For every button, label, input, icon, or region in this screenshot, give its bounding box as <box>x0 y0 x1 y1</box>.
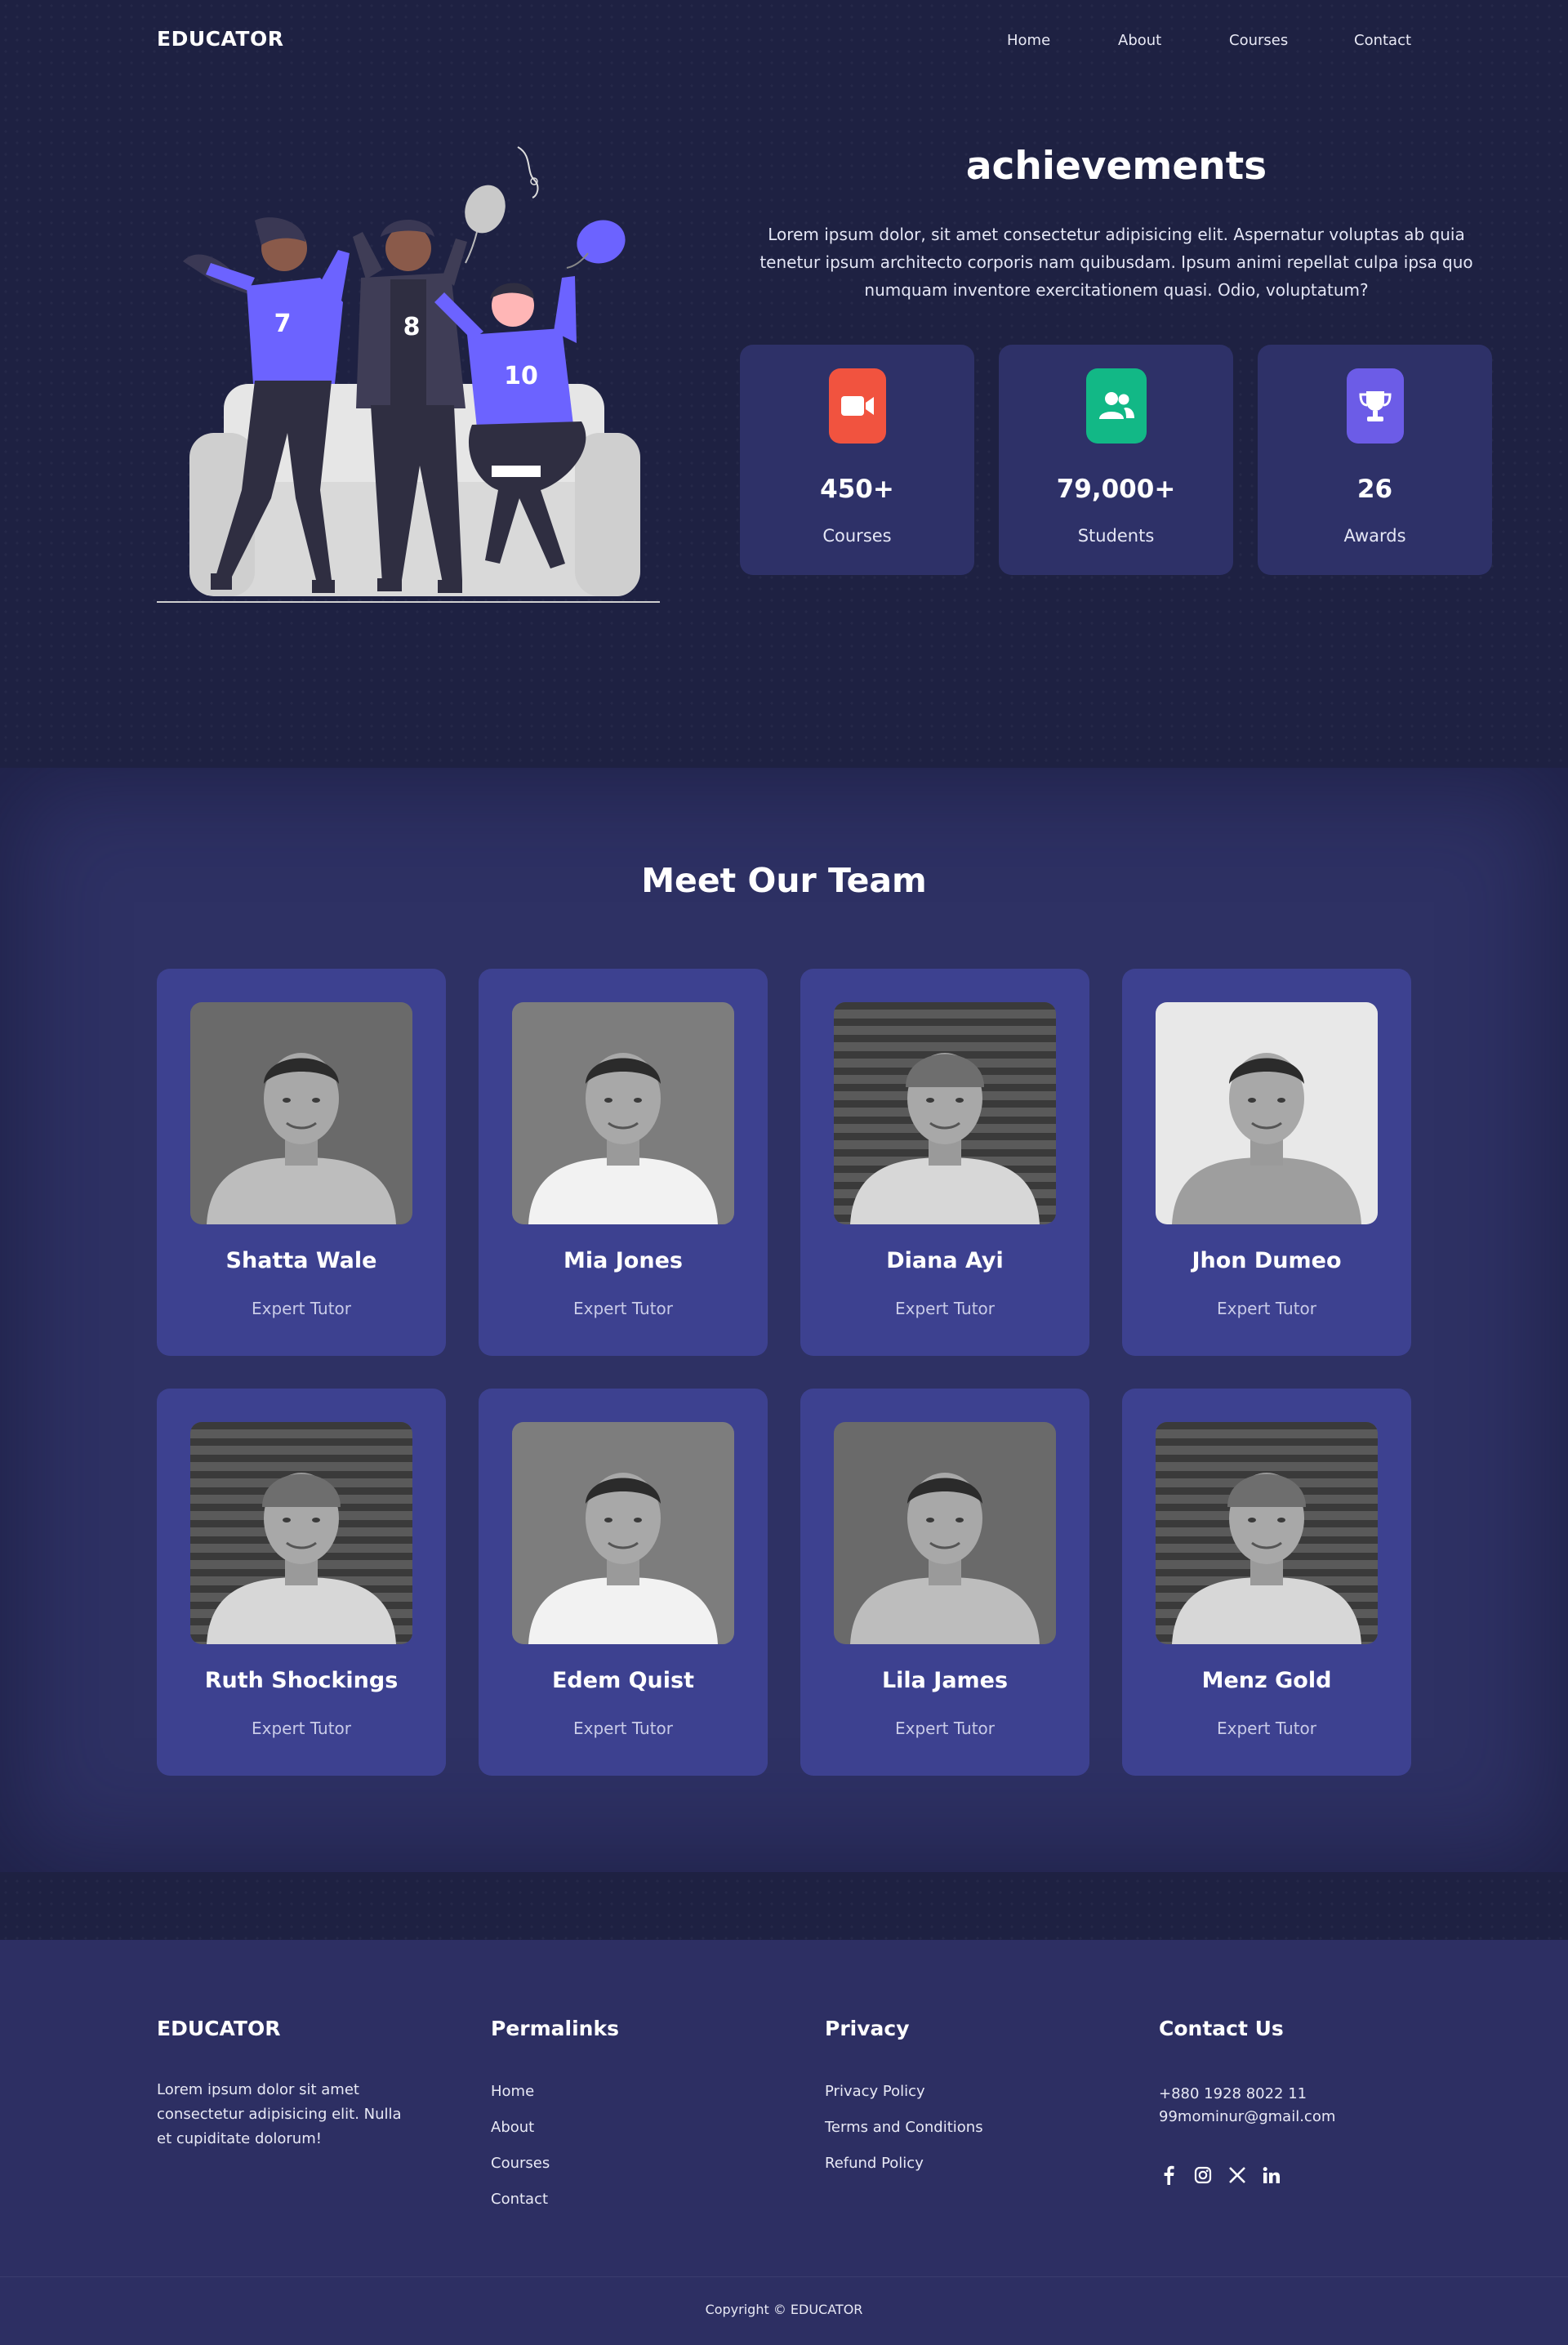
x-icon[interactable] <box>1227 2165 1247 2185</box>
team-member-name: Diana Ayi <box>886 1248 1004 1273</box>
team-member-role: Expert Tutor <box>1216 1719 1317 1738</box>
footer-privacy: Privacy Privacy Policy Terms and Conditi… <box>825 2017 1119 2172</box>
team-member-photo <box>512 1002 734 1224</box>
footer-divider <box>0 2276 1568 2277</box>
stat-card-students: 79,000+ Students <box>999 345 1233 575</box>
team-title: Meet Our Team <box>641 861 927 900</box>
footer-brand: EDUCATOR Lorem ipsum dolor sit amet cons… <box>157 2017 418 2147</box>
team-member-photo <box>834 1002 1056 1224</box>
achievements-description: Lorem ipsum dolor, sit amet consectetur … <box>760 225 1473 300</box>
stat-card-awards: 26 Awards <box>1258 345 1492 575</box>
footer-contact: Contact Us +880 1928 8022 11 99mominur@g… <box>1159 2017 1420 2185</box>
team-member-photo <box>190 1002 412 1224</box>
team-member-role: Expert Tutor <box>251 1299 352 1318</box>
stat-value: 450+ <box>820 475 894 504</box>
nav-courses[interactable]: Courses <box>1229 32 1354 49</box>
team-member-role: Expert Tutor <box>572 1299 674 1318</box>
team-member-photo <box>1156 1422 1378 1644</box>
team-member-name: Shatta Wale <box>225 1248 377 1273</box>
site-footer: EDUCATOR Lorem ipsum dolor sit amet cons… <box>0 1940 1568 2345</box>
team-member-name: Ruth Shockings <box>204 1668 399 1693</box>
team-card[interactable]: Ruth Shockings Expert Tutor <box>157 1389 446 1776</box>
stat-value: 26 <box>1356 475 1393 504</box>
team-member-name: Edem Quist <box>551 1668 695 1693</box>
stat-label: Courses <box>822 526 892 546</box>
celebration-illustration: 7 8 10 <box>157 139 660 606</box>
team-member-name: Menz Gold <box>1201 1668 1332 1693</box>
stat-card-courses: 450+ Courses <box>740 345 974 575</box>
team-card[interactable]: Edem Quist Expert Tutor <box>479 1389 768 1776</box>
team-member-name: Lila James <box>881 1668 1009 1693</box>
footer-logo[interactable]: EDUCATOR <box>157 2017 418 2040</box>
stat-label: Students <box>1077 526 1155 546</box>
footer-permalinks: Permalinks Home About Courses Contact <box>491 2017 752 2208</box>
team-section: Meet Our Team Shatta Wale Expert Tutor M… <box>0 768 1568 1872</box>
team-card[interactable]: Mia Jones Expert Tutor <box>479 969 768 1356</box>
footer-link-home[interactable]: Home <box>491 2082 550 2101</box>
users-icon <box>1085 368 1147 444</box>
nav-home[interactable]: Home <box>1007 32 1118 49</box>
team-member-photo <box>834 1422 1056 1644</box>
team-member-role: Expert Tutor <box>1216 1299 1317 1318</box>
copyright: Copyright © EDUCATOR <box>705 2302 863 2317</box>
linkedin-icon[interactable] <box>1262 2165 1281 2185</box>
footer-link-contact[interactable]: Contact <box>491 2190 550 2209</box>
stat-value: 79,000+ <box>1056 475 1176 504</box>
stats-row: 450+ Courses 79,000+ Students 26 Awards <box>740 345 1492 575</box>
team-member-role: Expert Tutor <box>572 1719 674 1738</box>
footer-link-refund[interactable]: Refund Policy <box>825 2154 983 2173</box>
team-member-role: Expert Tutor <box>894 1299 996 1318</box>
jersey-number-8: 8 <box>403 313 421 341</box>
footer-link-courses[interactable]: Courses <box>491 2154 550 2173</box>
footer-link-about[interactable]: About <box>491 2118 550 2137</box>
team-member-photo <box>1156 1002 1378 1224</box>
trophy-icon <box>1346 368 1404 444</box>
contact-phone: +880 1928 8022 11 <box>1159 2085 1307 2102</box>
team-member-photo <box>512 1422 734 1644</box>
team-card[interactable]: Diana Ayi Expert Tutor <box>800 969 1089 1356</box>
team-member-role: Expert Tutor <box>251 1719 352 1738</box>
nav-about[interactable]: About <box>1118 32 1229 49</box>
video-camera-icon <box>828 368 886 444</box>
team-member-photo <box>190 1422 412 1644</box>
jersey-number-7: 7 <box>274 310 292 338</box>
team-member-role: Expert Tutor <box>894 1719 996 1738</box>
team-card[interactable]: Lila James Expert Tutor <box>800 1389 1089 1776</box>
achievements-title: achievements <box>965 144 1267 189</box>
nav-contact[interactable]: Contact <box>1354 32 1411 49</box>
logo[interactable]: EDUCATOR <box>157 27 283 51</box>
contact-email[interactable]: 99mominur@gmail.com <box>1159 2105 1335 2129</box>
facebook-icon[interactable] <box>1159 2165 1178 2185</box>
footer-brand-text: Lorem ipsum dolor sit amet consectetur a… <box>157 2081 402 2147</box>
team-member-name: Jhon Dumeo <box>1192 1248 1342 1273</box>
footer-link-terms[interactable]: Terms and Conditions <box>825 2118 983 2137</box>
team-member-name: Mia Jones <box>564 1248 683 1273</box>
social-links <box>1159 2165 1281 2185</box>
team-card[interactable]: Menz Gold Expert Tutor <box>1122 1389 1411 1776</box>
team-grid: Shatta Wale Expert Tutor Mia Jones Exper… <box>157 969 1411 1776</box>
main-nav: Home About Courses Contact <box>1007 32 1411 49</box>
jersey-number-10: 10 <box>504 362 538 390</box>
footer-contact-title: Contact Us <box>1159 2017 1284 2040</box>
footer-permalinks-title: Permalinks <box>491 2017 619 2040</box>
team-card[interactable]: Jhon Dumeo Expert Tutor <box>1122 969 1411 1356</box>
stat-label: Awards <box>1343 526 1406 546</box>
instagram-icon[interactable] <box>1193 2165 1213 2185</box>
footer-privacy-title: Privacy <box>825 2017 910 2040</box>
site-header: EDUCATOR Home About Courses Contact <box>0 0 1568 82</box>
footer-link-privacy-policy[interactable]: Privacy Policy <box>825 2082 983 2101</box>
team-card[interactable]: Shatta Wale Expert Tutor <box>157 969 446 1356</box>
